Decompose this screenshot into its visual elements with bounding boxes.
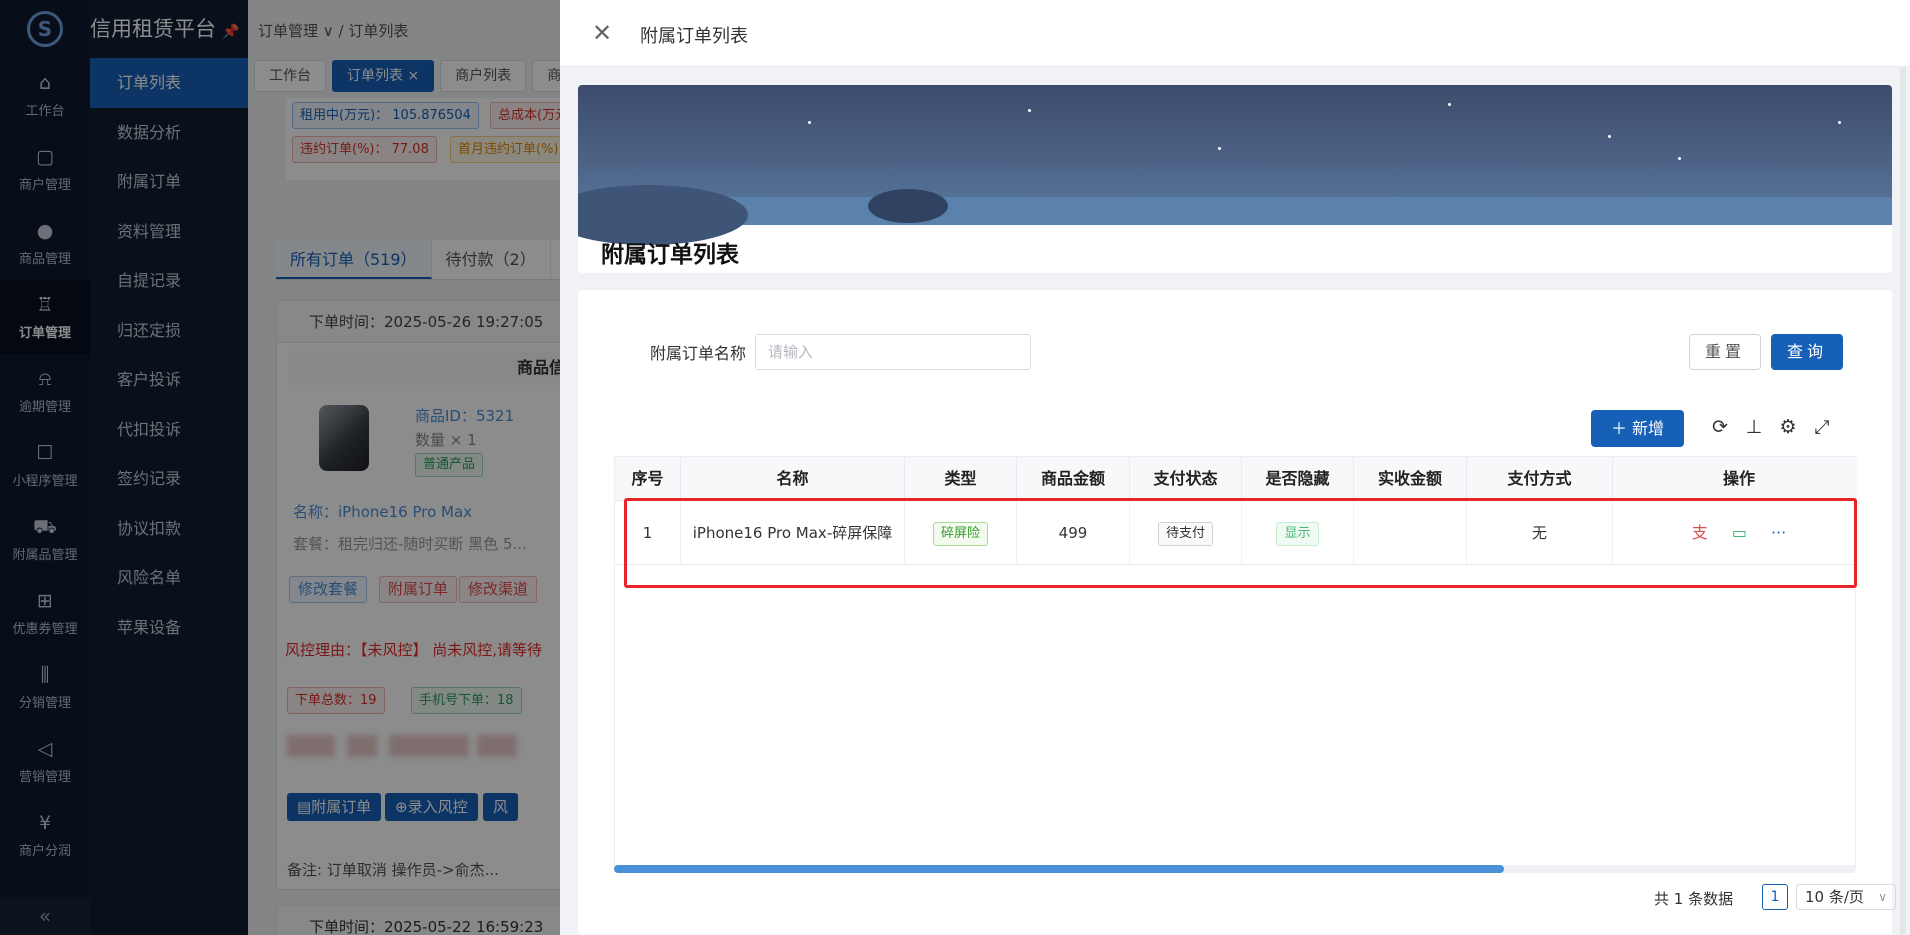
- column-header: 序号: [615, 457, 681, 501]
- table-header: 序号 名称 类型 商品金额 支付状态 是否隐藏 实收金额 支付方式 操作: [615, 457, 1857, 501]
- scrollbar-thumb[interactable]: [614, 865, 1504, 873]
- star: [1838, 121, 1841, 124]
- add-button[interactable]: ＋ 新增: [1591, 410, 1684, 447]
- accessory-order-name-input[interactable]: [755, 334, 1031, 370]
- star: [1028, 109, 1031, 112]
- page-size-select[interactable]: 10 条/页 ∨: [1796, 884, 1896, 910]
- star: [1448, 103, 1451, 106]
- column-header: 名称: [681, 457, 905, 501]
- column-header: 操作: [1722, 469, 1755, 488]
- accessory-order-drawer: ✕ 附属订单列表 附属订单列表 附属订单名称 重置 查询 ＋ 新增 ⟳ ⊥ ⚙ …: [560, 0, 1910, 935]
- search-button[interactable]: 查询: [1771, 334, 1843, 370]
- column-header: 是否隐藏: [1242, 457, 1354, 501]
- list-panel: 附属订单名称 重置 查询 ＋ 新增 ⟳ ⊥ ⚙ ⤢ 序号 名称 类型 商品金额 …: [578, 290, 1896, 935]
- modal-mask[interactable]: [0, 0, 560, 935]
- pagination-page[interactable]: 1: [1762, 884, 1788, 910]
- star: [1678, 157, 1681, 160]
- close-icon[interactable]: ✕: [592, 20, 612, 46]
- horizontal-scrollbar[interactable]: [614, 865, 1856, 873]
- drawer-header: ✕ 附属订单列表: [560, 0, 1910, 67]
- page-title: 附属订单列表: [601, 242, 739, 268]
- settings-icon[interactable]: ⚙: [1776, 414, 1800, 440]
- column-header: 商品金额: [1017, 457, 1130, 501]
- fullscreen-icon[interactable]: ⤢: [1810, 414, 1834, 440]
- vertical-scrollbar[interactable]: [1900, 67, 1906, 935]
- island: [868, 189, 948, 223]
- column-header: 实收金额: [1354, 457, 1467, 501]
- refresh-icon[interactable]: ⟳: [1708, 414, 1732, 440]
- chevron-down-icon: ∨: [1878, 890, 1887, 904]
- column-header: 类型: [905, 457, 1017, 501]
- column-header: 支付方式: [1467, 457, 1613, 501]
- column-header: 支付状态: [1130, 457, 1242, 501]
- highlight-box: [624, 498, 1857, 588]
- star: [1608, 135, 1611, 138]
- filter-name-label: 附属订单名称: [650, 344, 747, 363]
- drawer-title: 附属订单列表: [640, 26, 748, 47]
- reset-button[interactable]: 重置: [1689, 334, 1761, 370]
- pagination-total: 共 1 条数据: [1654, 890, 1734, 908]
- hero-banner: 附属订单列表: [578, 85, 1892, 273]
- star: [808, 121, 811, 124]
- star: [1218, 147, 1221, 150]
- column-height-icon[interactable]: ⊥: [1742, 414, 1766, 440]
- sea: [578, 197, 1892, 225]
